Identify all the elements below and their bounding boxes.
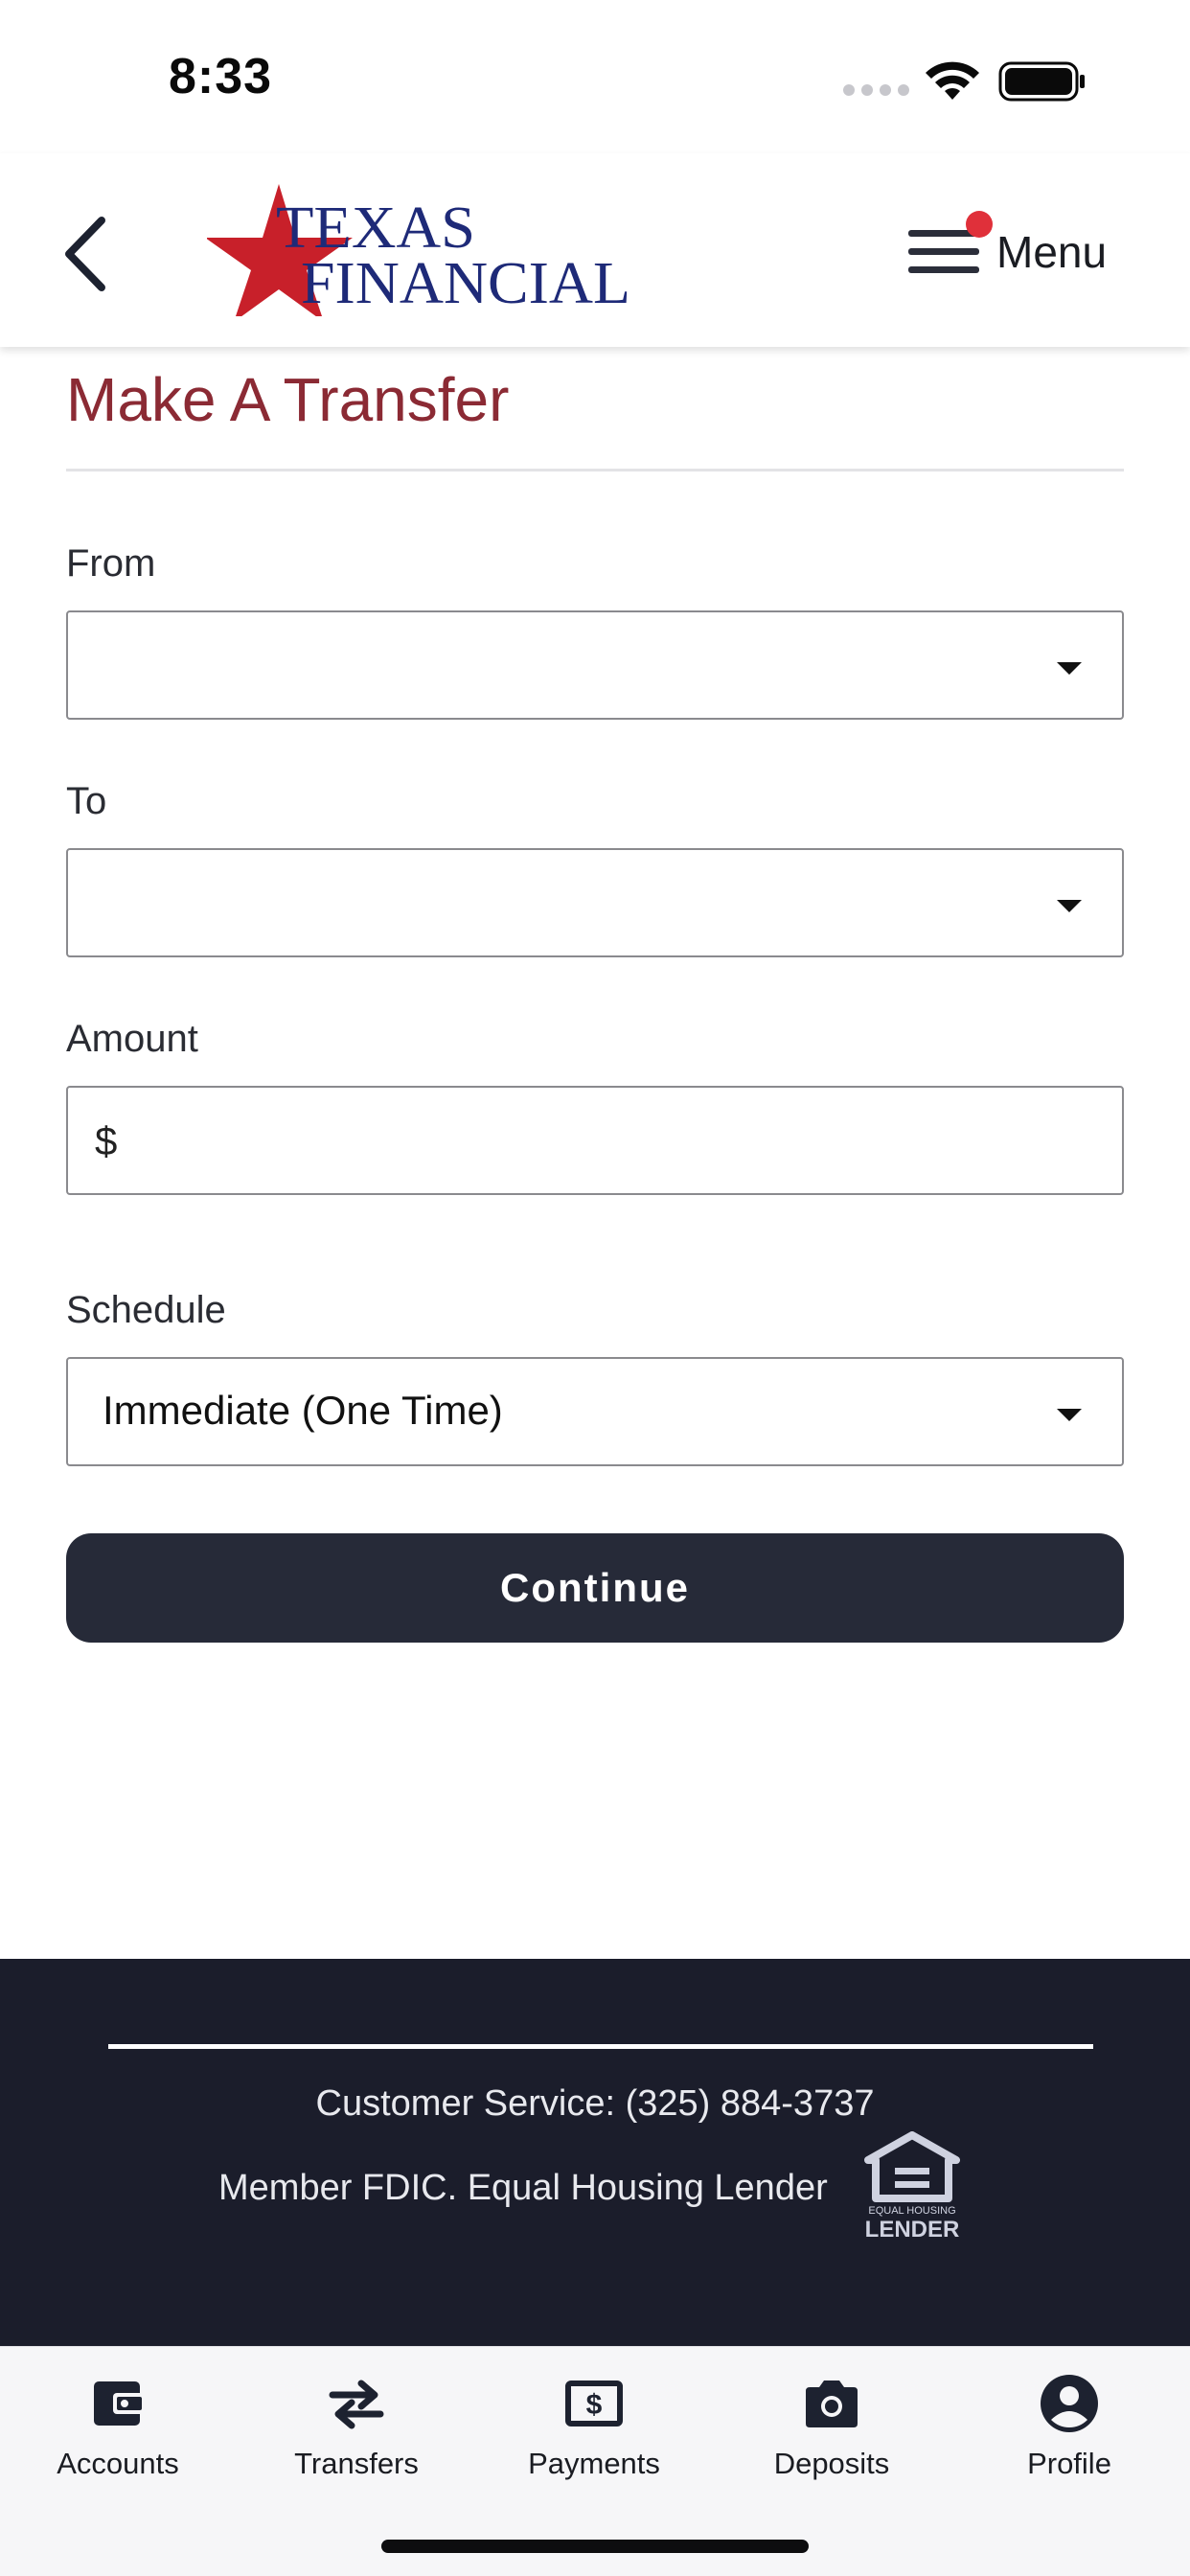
texas-financial-logo[interactable]: TEXAS FINANCIAL bbox=[207, 182, 633, 316]
page-title: Make A Transfer bbox=[66, 365, 510, 434]
to-select[interactable] bbox=[66, 848, 1124, 957]
continue-button[interactable]: Continue bbox=[66, 1533, 1124, 1643]
cellular-signal-icon bbox=[843, 84, 909, 96]
app-header: TEXAS FINANCIAL Menu bbox=[0, 153, 1190, 347]
title-divider bbox=[66, 469, 1124, 472]
from-select[interactable] bbox=[66, 610, 1124, 720]
schedule-label: Schedule bbox=[66, 1289, 226, 1331]
tab-accounts[interactable]: Accounts bbox=[22, 2370, 214, 2504]
amount-input[interactable] bbox=[135, 1107, 1093, 1174]
schedule-select-value: Immediate (One Time) bbox=[103, 1388, 503, 1433]
hamburger-menu-icon bbox=[908, 211, 993, 280]
status-bar: 8:33 bbox=[0, 0, 1190, 153]
chevron-down-icon bbox=[1057, 662, 1082, 675]
svg-text:$: $ bbox=[586, 2389, 603, 2421]
tab-deposits[interactable]: Deposits bbox=[736, 2370, 927, 2504]
account-circle-icon bbox=[1041, 2375, 1098, 2432]
amount-label: Amount bbox=[66, 1018, 198, 1060]
battery-icon bbox=[998, 61, 1085, 102]
tab-label-accounts: Accounts bbox=[57, 2447, 179, 2480]
member-fdic-text: Member FDIC. Equal Housing Lender bbox=[218, 2168, 828, 2208]
ehl-line1: EQUAL HOUSING bbox=[868, 2205, 955, 2217]
schedule-select[interactable]: Immediate (One Time) bbox=[66, 1357, 1124, 1466]
currency-prefix: $ bbox=[95, 1118, 118, 1163]
tab-label-deposits: Deposits bbox=[773, 2447, 890, 2480]
menu-label: Menu bbox=[996, 227, 1108, 277]
logo-line2: FINANCIAL bbox=[301, 251, 630, 316]
tab-label-payments: Payments bbox=[528, 2447, 660, 2480]
notification-dot bbox=[966, 211, 993, 238]
tab-label-profile: Profile bbox=[1027, 2447, 1111, 2480]
footer: Customer Service: (325) 884-3737 Member … bbox=[0, 1959, 1190, 2346]
chevron-down-icon bbox=[1057, 900, 1082, 912]
chevron-down-icon bbox=[1057, 1409, 1082, 1421]
tab-payments[interactable]: $ Payments bbox=[498, 2370, 690, 2504]
tab-label-transfers: Transfers bbox=[294, 2447, 419, 2480]
to-label: To bbox=[66, 780, 107, 822]
dollar-bill-icon: $ bbox=[565, 2380, 623, 2426]
amount-field[interactable]: $ bbox=[66, 1086, 1124, 1195]
camera-icon bbox=[806, 2380, 858, 2427]
menu-button[interactable]: Menu bbox=[908, 209, 1138, 295]
back-button[interactable] bbox=[57, 211, 115, 297]
ehl-line2: LENDER bbox=[865, 2217, 960, 2242]
home-indicator[interactable] bbox=[381, 2540, 809, 2553]
transfer-arrows-icon bbox=[329, 2380, 384, 2429]
footer-divider bbox=[108, 2044, 1093, 2049]
status-time: 8:33 bbox=[169, 49, 273, 104]
equal-housing-lender-icon: EQUAL HOUSING LENDER bbox=[864, 2131, 960, 2242]
tab-transfers[interactable]: Transfers bbox=[261, 2370, 452, 2504]
customer-service-text[interactable]: Customer Service: (325) 884-3737 bbox=[0, 2083, 1190, 2125]
wifi-icon bbox=[926, 61, 979, 100]
tab-profile[interactable]: Profile bbox=[973, 2370, 1165, 2504]
from-label: From bbox=[66, 542, 156, 585]
wallet-icon bbox=[94, 2381, 146, 2426]
